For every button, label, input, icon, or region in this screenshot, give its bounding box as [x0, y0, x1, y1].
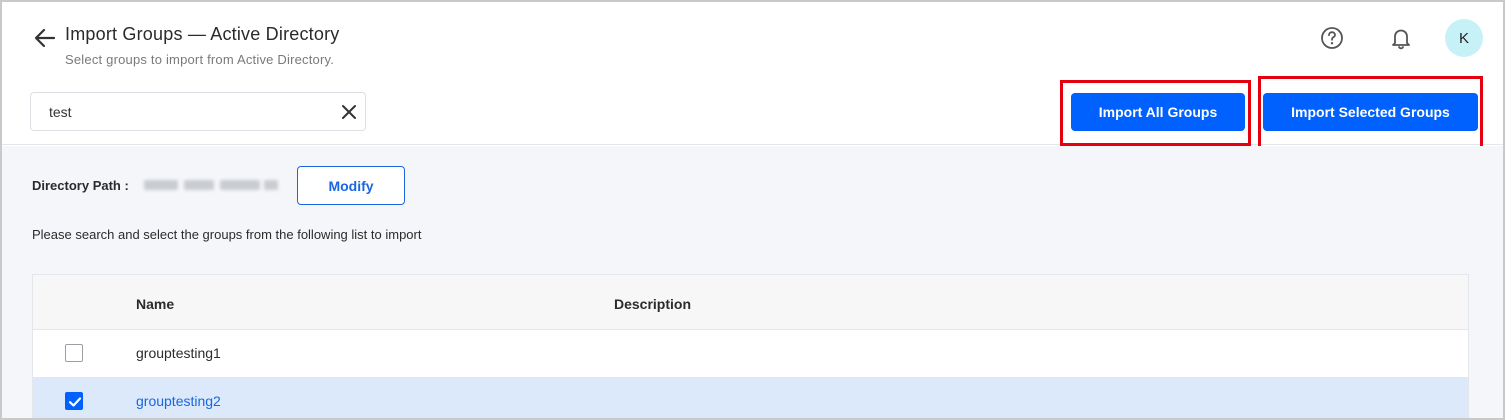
bell-icon[interactable] [1388, 25, 1414, 51]
main-content: Directory Path : Modify Please search an… [2, 146, 1503, 418]
close-icon[interactable] [339, 102, 359, 122]
search-input[interactable] [49, 102, 329, 122]
group-name-cell: grouptesting1 [136, 345, 221, 361]
import-groups-window: Import Groups — Active Directory Select … [0, 0, 1505, 420]
column-header-name: Name [136, 296, 175, 312]
table-header: Name Description [33, 275, 1468, 330]
groups-table: Name Description grouptesting1 grouptest… [32, 274, 1469, 418]
search-field [30, 92, 366, 131]
instruction-text: Please search and select the groups from… [32, 227, 422, 242]
page-subtitle: Select groups to import from Active Dire… [65, 52, 335, 67]
help-circle-icon[interactable] [1319, 25, 1345, 51]
page-title: Import Groups — Active Directory [65, 24, 340, 44]
page-header: Import Groups — Active Directory Select … [2, 2, 1503, 150]
import-selected-groups-button[interactable]: Import Selected Groups [1263, 93, 1478, 131]
import-all-groups-button[interactable]: Import All Groups [1071, 93, 1245, 131]
modify-button[interactable]: Modify [297, 166, 405, 205]
directory-path-value-redacted [142, 177, 282, 193]
directory-path-label: Directory Path : [32, 178, 129, 193]
group-name-cell: grouptesting2 [136, 393, 221, 409]
avatar[interactable]: K [1445, 19, 1483, 57]
checkmark-icon [68, 397, 82, 407]
row-checkbox[interactable] [65, 344, 83, 362]
table-row-selected[interactable]: grouptesting2 [33, 378, 1468, 418]
back-arrow-icon[interactable] [32, 26, 58, 50]
table-row[interactable]: grouptesting1 [33, 330, 1468, 378]
row-checkbox-checked[interactable] [65, 392, 83, 410]
column-header-description: Description [614, 296, 692, 312]
